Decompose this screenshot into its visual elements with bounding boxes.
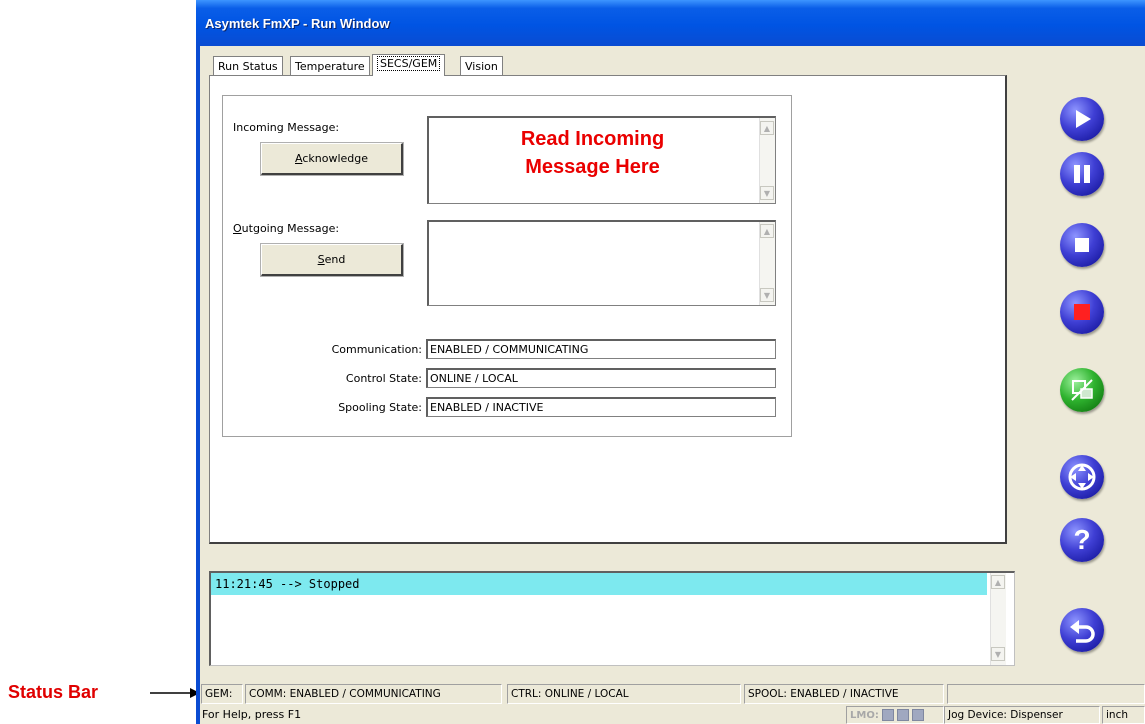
log-scroll-up-icon[interactable]: ▲ xyxy=(991,575,1005,589)
send-button[interactable]: Send xyxy=(260,243,404,277)
communication-value: ENABLED / COMMUNICATING xyxy=(426,339,776,359)
incoming-scroll-up-icon[interactable]: ▲ xyxy=(760,121,774,135)
lmo-indicator: LMO: xyxy=(846,706,944,724)
lmo-led-2-icon xyxy=(896,709,909,721)
pause-glyph xyxy=(1074,165,1090,183)
control-state-value: ONLINE / LOCAL xyxy=(426,368,776,388)
vision-camera-icon[interactable] xyxy=(1060,368,1104,412)
status-empty-pane xyxy=(947,684,1145,704)
help-icon[interactable]: ? xyxy=(1060,518,1104,562)
jog-device-pane: Jog Device: Dispenser xyxy=(944,706,1100,724)
tab-temperature[interactable]: Temperature xyxy=(290,56,370,76)
exit-back-glyph xyxy=(1070,620,1095,643)
tab-run-status[interactable]: Run Status xyxy=(213,56,283,76)
status-gem-pane: GEM: xyxy=(201,684,243,704)
units-pane: inch xyxy=(1102,706,1145,724)
incoming-message-overlay: Read Incoming Message Here xyxy=(430,125,755,181)
spooling-state-value: ENABLED / INACTIVE xyxy=(426,397,776,417)
incoming-overlay-line-1: Read Incoming xyxy=(520,128,665,150)
jog-directions-glyph xyxy=(1068,463,1096,491)
help-hint-text: For Help, press F1 xyxy=(202,708,302,721)
acknowledge-button-label: Acknowledge xyxy=(294,152,369,165)
control-state-label: Control State: xyxy=(345,372,422,385)
help-glyph: ? xyxy=(1073,524,1091,555)
abort-stop-glyph xyxy=(1074,304,1090,320)
jog-directions-icon[interactable] xyxy=(1060,455,1104,499)
outgoing-message-label: Outgoing Message: xyxy=(233,222,340,235)
incoming-message-label: Incoming Message: xyxy=(233,121,340,134)
play-glyph xyxy=(1076,110,1091,128)
spooling-state-label: Spooling State: xyxy=(338,401,422,414)
send-button-label: Send xyxy=(317,253,346,266)
status-comm-pane: COMM: ENABLED / COMMUNICATING xyxy=(245,684,502,704)
status-ctrl-pane: CTRL: ONLINE / LOCAL xyxy=(507,684,741,704)
status-spool-pane: SPOOL: ENABLED / INACTIVE xyxy=(744,684,944,704)
vision-camera-glyph xyxy=(1071,379,1093,401)
annotation-status-bar-label: Status Bar xyxy=(8,682,99,702)
outgoing-message-box[interactable] xyxy=(427,220,776,306)
log-entry[interactable]: 11:21:45 --> Stopped xyxy=(211,573,987,595)
tab-secs-gem-label: SECS/GEM xyxy=(377,56,441,71)
exit-back-icon[interactable] xyxy=(1060,608,1104,652)
communication-label: Communication: xyxy=(331,343,422,356)
window-left-border xyxy=(196,46,200,724)
outgoing-scroll-down-icon[interactable]: ▼ xyxy=(760,288,774,302)
play-icon[interactable] xyxy=(1060,97,1104,141)
annotation-arrow-icon xyxy=(150,688,200,698)
outgoing-scroll-up-icon[interactable]: ▲ xyxy=(760,224,774,238)
window-title: Asymtek FmXP - Run Window xyxy=(205,16,390,31)
acknowledge-button[interactable]: Acknowledge xyxy=(260,142,404,176)
incoming-overlay-line-2: Message Here xyxy=(525,156,660,178)
tab-secs-gem[interactable]: SECS/GEM xyxy=(372,54,446,76)
lmo-led-3-icon xyxy=(911,709,924,721)
incoming-scroll-down-icon[interactable]: ▼ xyxy=(760,186,774,200)
tab-vision[interactable]: Vision xyxy=(460,56,503,76)
stop-icon[interactable] xyxy=(1060,223,1104,267)
abort-stop-icon[interactable] xyxy=(1060,290,1104,334)
lmo-label: LMO: xyxy=(850,710,879,721)
stop-glyph xyxy=(1075,238,1089,252)
pause-icon[interactable] xyxy=(1060,152,1104,196)
log-scroll-down-icon[interactable]: ▼ xyxy=(991,647,1005,661)
lmo-led-1-icon xyxy=(881,709,894,721)
